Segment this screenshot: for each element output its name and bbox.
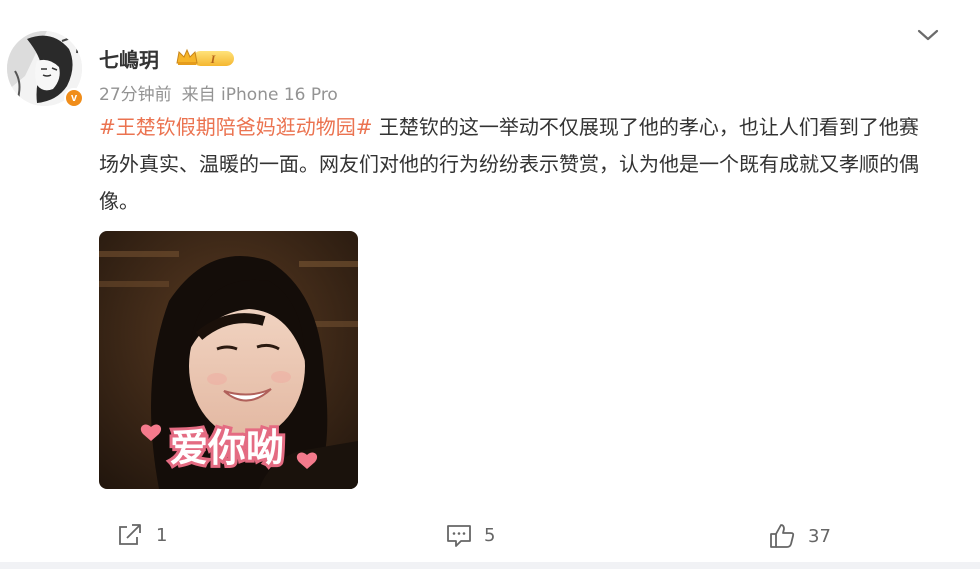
post-text: #王楚钦假期陪爸妈逛动物园# 王楚钦的这一举动不仅展现了他的孝心，也让人们看到了… xyxy=(99,109,937,220)
vip-level-badge[interactable]: I xyxy=(176,48,236,68)
crown-icon: I xyxy=(176,48,234,66)
like-button[interactable]: 37 xyxy=(768,522,831,550)
thumbs-up-icon xyxy=(770,524,795,548)
post-source: 来自 iPhone 16 Pro xyxy=(181,85,338,105)
avatar-container[interactable]: v xyxy=(7,31,84,108)
share-icon xyxy=(119,524,141,545)
comment-icon xyxy=(447,525,471,547)
username[interactable]: 七嶋玥 xyxy=(99,44,159,73)
weibo-post-card: v 七嶋玥 I 27分钟前 来自 iPhone 16 Pro #王楚钦假期陪爸妈逛… xyxy=(0,0,980,562)
hashtag-link[interactable]: #王楚钦假期陪爸妈逛动物园# xyxy=(99,115,373,139)
post-image[interactable]: 爱你呦 xyxy=(99,231,358,489)
verified-badge: v xyxy=(64,88,84,108)
more-options-button[interactable] xyxy=(914,24,942,46)
like-count: 37 xyxy=(808,525,831,547)
repost-button[interactable]: 1 xyxy=(116,522,167,548)
chevron-down-icon[interactable] xyxy=(914,24,942,46)
comment-button[interactable]: 5 xyxy=(446,522,495,548)
image-caption: 爱你呦 xyxy=(170,426,284,470)
feed-divider xyxy=(0,562,980,569)
comment-count: 5 xyxy=(484,524,496,546)
post-meta: 27分钟前 来自 iPhone 16 Pro xyxy=(99,80,338,105)
repost-count: 1 xyxy=(156,524,168,546)
post-time[interactable]: 27分钟前 xyxy=(99,85,172,105)
